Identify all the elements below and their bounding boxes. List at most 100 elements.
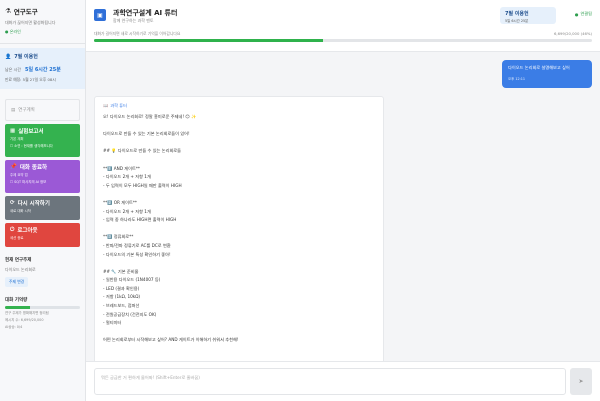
bot-message-line [103,122,375,131]
bot-message-line: - 전원공급장치 (건전지도 OK) [103,311,157,317]
bot-message-line [103,156,375,165]
restart-button-sub: 새로 대화 시작 [10,209,31,213]
bot-message-line: - 다이오드 2개 + 저항 1개 [103,208,151,214]
end-chat-button-sub: 주제 요약 업 [10,173,28,177]
restart-button-label: 다시 시작하기 [17,201,50,207]
bot-message-body: 오! 다이오드 논리회로! 정말 흥미로운 주제네! 😊 ✨ 다이오드로 만들 수… [103,113,375,345]
usage-progress-fill [94,39,324,42]
expire-date: 만료 예정: 5월 27일 오후 08시 [5,77,56,82]
composer: 뭐든 궁금한 거 편하게 물어봐! (Shift+Enter로 줄바꿈) ➤ [86,361,600,401]
sidebar-subtitle: 대화가 끊어지면 활성화됩니다 [5,20,56,25]
bot-message-line: - 반파/전파 정류기로 AC를 DC로 변환 [103,242,171,248]
page-subtitle: 함께 연구하는 과학 멘토 [113,18,154,23]
memory-bar-fill [5,306,30,309]
sidebar-title-text: 연구도구 [13,8,38,16]
header-user-name: 7필 이용헌 [505,11,529,17]
logout-button[interactable]: ⏻ 로그아웃 세션 종료 [5,223,80,247]
end-chat-button-sub2: ☐ SQT 마사지의 AI 정보 [10,180,47,184]
bot-message-line [103,225,375,234]
research-plan-button[interactable]: ▤ 연구계획 [5,99,80,121]
bot-message-line: - 브레드보드, 점퍼선 [103,303,140,309]
usage-progress-bar [94,39,592,42]
report-button-sub: 기본 계획 [10,137,24,141]
header-user-badge: 7필 이용헌 5일 6시간 25분 [500,7,556,24]
report-button[interactable]: ▦ 실험보고서 기본 계획 ☐ 소연 : 현재를 생각해보니다 [5,124,80,157]
restart-button[interactable]: ⟳ 다시 시작하기 새로 대화 시작 [5,196,80,220]
time-row: 남은 시간 5일 6시간 25분 [5,66,80,73]
end-chat-button-label: 대화 종료하 [19,165,48,171]
connection-status: ● 연결됨 [575,11,592,17]
app-root: ⚗ 연구도구 대화가 끊어지면 활성화됩니다 ● 온라인 👤 7필 이용헌 남은… [0,0,600,401]
user-name: 👤 7필 이용헌 [5,53,80,61]
bot-message-line: 어떤 논리회로부터 시작해보고 싶어? AND 게이트가 이해하기 쉬워서 추천… [103,337,239,343]
end-chat-button[interactable]: 📌 대화 종료하 주제 요약 업 ☐ SQT 마사지의 AI 정보 [5,160,80,193]
logout-button-label: 로그아웃 [17,228,38,234]
user-message: 다이오드 논리회로 설명해보고 싶어 오후 12:11 [502,60,592,88]
bot-message-line: ## 🔧 기본 준비물 [103,268,139,274]
bot-message-line: - 멀티미터 [103,320,122,326]
bot-message-line: - 다이오드의 기본 특성 확인하기 좋아! [103,251,171,257]
connected-dot-icon: ● [574,11,579,17]
bot-message: 📖 과학 튜터 오! 다이오드 논리회로! 정말 흥미로운 주제네! 😊 ✨ 다이… [94,96,384,376]
user-message-time: 오후 12:11 [508,77,526,81]
topic-heading: 현재 연구주제 [5,258,32,263]
user-message-text: 다이오드 논리회로 설명해보고 싶어 [508,65,570,70]
bot-message-line: - 일반용 다이오드 (1N4007 등) [103,277,161,283]
chat-area[interactable]: 다이오드 논리회로 설명해보고 싶어 오후 12:11 📖 과학 튜터 오! 다… [86,52,600,376]
logout-icon: ⏻ [10,226,15,233]
sidebar: ⚗ 연구도구 대화가 끊어지면 활성화됩니다 ● 온라인 👤 7필 이용헌 남은… [0,0,86,401]
bot-message-line: - 다이오드 2개 + 저항 1개 [103,174,151,180]
bot-message-line: **2️⃣ OR 게이트** [103,199,138,205]
time-label: 남은 시간 [5,67,21,72]
logout-button-sub: 세션 종료 [10,236,24,240]
header: ▣ 과학연구설계 AI 튜터 함께 연구하는 과학 멘토 7필 이용헌 5일 6… [86,0,600,52]
message-input[interactable]: 뭐든 궁금한 거 편하게 물어봐! (Shift+Enter로 줄바꿈) [94,368,566,395]
header-user-time: 5일 6시간 25분 [505,19,529,23]
time-value: 5일 6시간 25분 [25,67,61,73]
bot-message-line: **3️⃣ 정류회로** [103,234,134,240]
report-button-sub2: ☐ 소연 : 현재를 생각해보니다 [10,144,53,148]
divider [0,43,85,44]
user-card: 👤 7필 이용헌 남은 시간 5일 6시간 25분 만료 예정: 5월 27일 … [0,48,85,89]
bot-message-line: - 입력 중 하나라도 HIGH면 출력이 HIGH [103,217,177,223]
bot-message-line: 다이오드로 만들 수 있는 기본 논리회로들이 있어! [103,131,190,137]
app-logo-icon: ▣ [94,9,106,21]
bot-label-text: 과학 튜터 [110,103,127,108]
bot-message-line: - 두 입력이 모두 HIGH일 때만 출력이 HIGH [103,182,182,188]
bot-message-line [103,259,375,268]
change-topic-button[interactable]: 주제 변경 [5,277,29,287]
memory-sub-1: 연구 주제가 명확해지면 정리됩 [5,311,49,315]
chart-icon: ▦ [10,128,16,134]
memory-sub-3: AI상승: 0/4 [5,325,23,330]
bot-message-line [103,328,375,337]
online-status: ● 온라인 [5,29,21,34]
user-name-text: 7필 이용헌 [14,54,38,60]
send-icon: ➤ [578,378,584,385]
refresh-icon: ⟳ [10,200,15,206]
bot-message-line: **1️⃣ AND 게이트** [103,165,141,171]
connection-text: 연결됨 [580,11,592,16]
memory-sub-2: 메시지 수: 6,699/20,000 [5,318,44,323]
main-panel: ▣ 과학연구설계 AI 튜터 함께 연구하는 과학 멘토 7필 이용헌 5일 6… [86,0,600,401]
header-hint: 대화가 길어지면 새로 시작하기로 기억을 이어갑니다요 [94,31,181,36]
bot-message-line: - LED (결과 확인용) [103,285,140,291]
send-button[interactable]: ➤ [570,368,592,395]
document-icon: ▤ [11,107,16,113]
user-icon: 👤 [5,53,12,60]
memory-bar [5,306,80,309]
topic-value: 다이오드 논리회로 [5,267,36,272]
page-title: 과학연구설계 AI 튜터 [113,9,178,17]
pin-icon: 📌 [10,164,17,170]
book-icon: 📖 [103,103,109,108]
bot-message-line: ## 💡 다이오드로 만들 수 있는 논리회로들 [103,148,182,154]
sidebar-title: ⚗ 연구도구 [5,6,80,16]
memory-heading: 대화 기억량 [5,298,28,303]
bot-message-line: - 저항 (1kΩ, 10kΩ) [103,294,141,300]
report-button-label: 실험보고서 [18,129,44,135]
bot-message-line [103,190,375,199]
bot-message-line: 오! 다이오드 논리회로! 정말 흥미로운 주제네! 😊 ✨ [103,114,197,119]
research-plan-label: 연구계획 [18,108,35,113]
bot-message-line [103,139,375,148]
message-count: 6,699/20,000 (46%) [553,31,592,36]
flask-icon: ⚗ [5,7,11,15]
